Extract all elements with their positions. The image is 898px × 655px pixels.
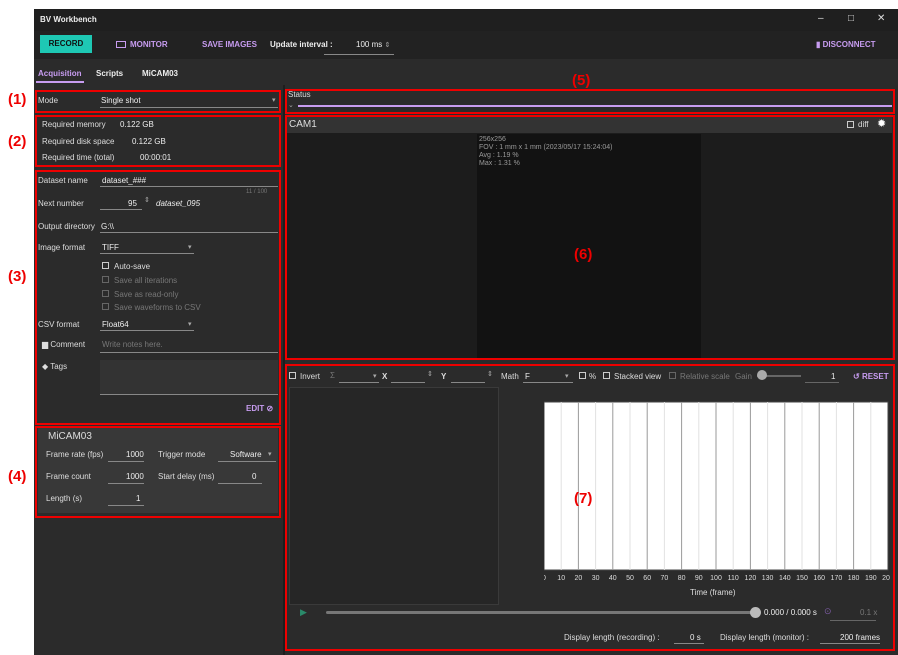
window-title: BV Workbench (40, 15, 97, 24)
annotation-label-5: (5) (572, 72, 591, 89)
tab-bar: Acquisition Scripts MiCAM03 (34, 63, 284, 85)
annotation-box-3 (35, 170, 281, 425)
annotation-box-4 (35, 426, 281, 518)
plug-icon: ▮ (816, 40, 821, 49)
annotation-label-1: (1) (8, 91, 27, 108)
record-button[interactable]: RECORD (40, 35, 92, 53)
annotation-label-3: (3) (8, 268, 27, 285)
close-button[interactable]: ✕ (877, 13, 885, 24)
annotation-label-6: (6) (574, 246, 593, 263)
maximize-button[interactable]: □ (848, 13, 854, 24)
tab-micam03[interactable]: MiCAM03 (142, 69, 178, 78)
title-bar: BV Workbench – □ ✕ (34, 9, 898, 31)
annotation-box-5 (285, 89, 895, 114)
interval-unit: ms (371, 40, 383, 49)
annotation-label-2: (2) (8, 133, 27, 150)
interval-underline (324, 54, 394, 55)
save-images-button[interactable]: SAVE IMAGES (202, 40, 257, 49)
main-toolbar: RECORD MONITOR SAVE IMAGES Update interv… (34, 31, 898, 59)
annotation-box-7 (285, 364, 895, 651)
spin-icon[interactable]: ⇕ (385, 42, 391, 49)
update-interval-input[interactable]: 100 ms ⇕ (356, 40, 390, 49)
annotation-box-1 (35, 90, 281, 113)
interval-value: 100 (356, 40, 370, 49)
monitor-button[interactable]: MONITOR (116, 40, 168, 49)
annotation-box-2 (35, 115, 281, 167)
update-interval-label: Update interval : (270, 40, 333, 49)
camera-icon (116, 41, 126, 48)
tab-scripts[interactable]: Scripts (96, 69, 123, 78)
minimize-button[interactable]: – (818, 13, 824, 24)
annotation-box-6 (285, 115, 895, 360)
active-tab-indicator (36, 81, 84, 83)
annotation-label-7: (7) (574, 490, 593, 507)
monitor-label: MONITOR (130, 40, 168, 49)
annotation-label-4: (4) (8, 468, 27, 485)
disconnect-button[interactable]: ▮ DISCONNECT (816, 40, 876, 49)
tab-acquisition[interactable]: Acquisition (38, 69, 82, 78)
disconnect-label: DISCONNECT (822, 40, 876, 49)
